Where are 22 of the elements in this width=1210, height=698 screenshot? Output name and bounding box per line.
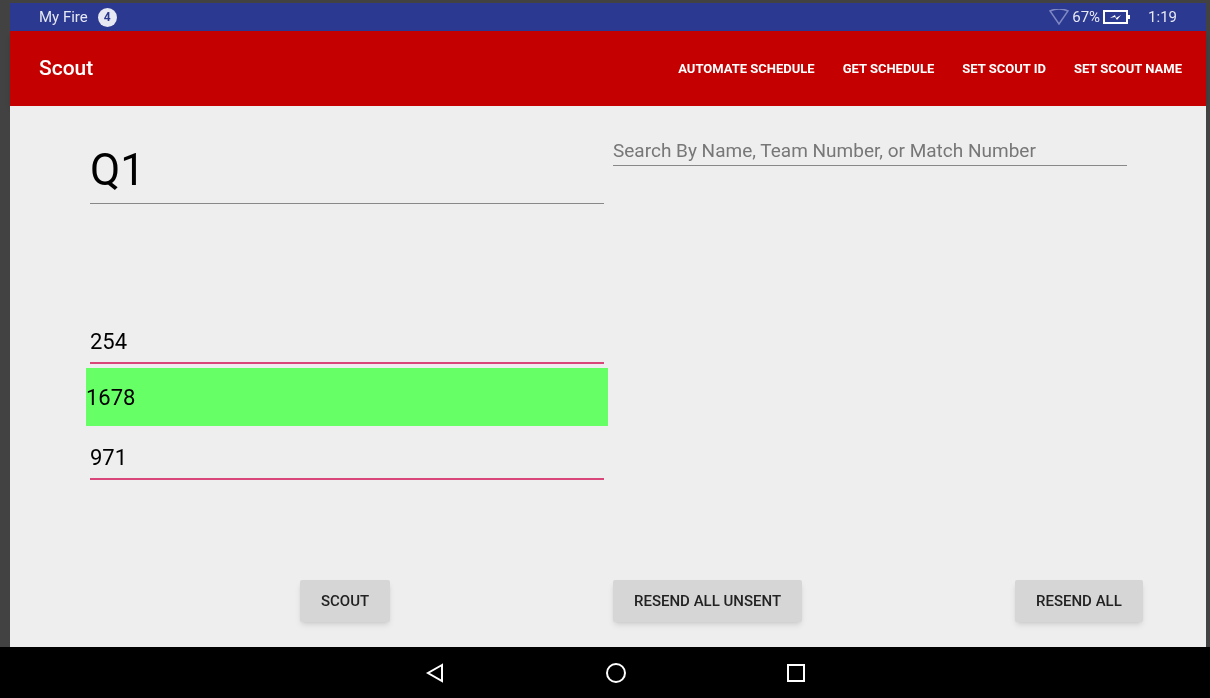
status-title: My Fire bbox=[39, 6, 88, 28]
notification-badge: 4 bbox=[97, 7, 117, 27]
battery-icon bbox=[1103, 9, 1132, 25]
team-field[interactable]: 254 bbox=[90, 314, 604, 364]
toolbar-action[interactable]: SET SCOUT ID bbox=[962, 58, 1046, 79]
battery-percent: 67% bbox=[1072, 6, 1101, 28]
home-icon[interactable] bbox=[605, 661, 627, 684]
action-button[interactable]: SCOUT bbox=[300, 580, 391, 622]
match-field[interactable]: Q1 bbox=[90, 136, 604, 204]
app-title: Scout bbox=[39, 54, 94, 82]
team-field[interactable]: 1678 bbox=[86, 368, 608, 426]
clock-time: 1:19 bbox=[1148, 6, 1177, 28]
wifi-icon bbox=[1049, 9, 1070, 25]
recents-icon[interactable] bbox=[787, 663, 805, 682]
action-button[interactable]: RESEND ALL UNSENT bbox=[613, 580, 803, 622]
back-icon[interactable] bbox=[425, 662, 445, 683]
toolbar-action[interactable]: AUTOMATE SCHEDULE bbox=[678, 58, 815, 79]
action-button[interactable]: RESEND ALL bbox=[1015, 580, 1143, 622]
search-field[interactable]: Search By Name, Team Number, or Match Number bbox=[613, 136, 1127, 166]
team-field[interactable]: 971 bbox=[90, 430, 604, 480]
toolbar-action[interactable]: SET SCOUT NAME bbox=[1073, 58, 1182, 79]
toolbar-action[interactable]: GET SCHEDULE bbox=[842, 58, 935, 79]
